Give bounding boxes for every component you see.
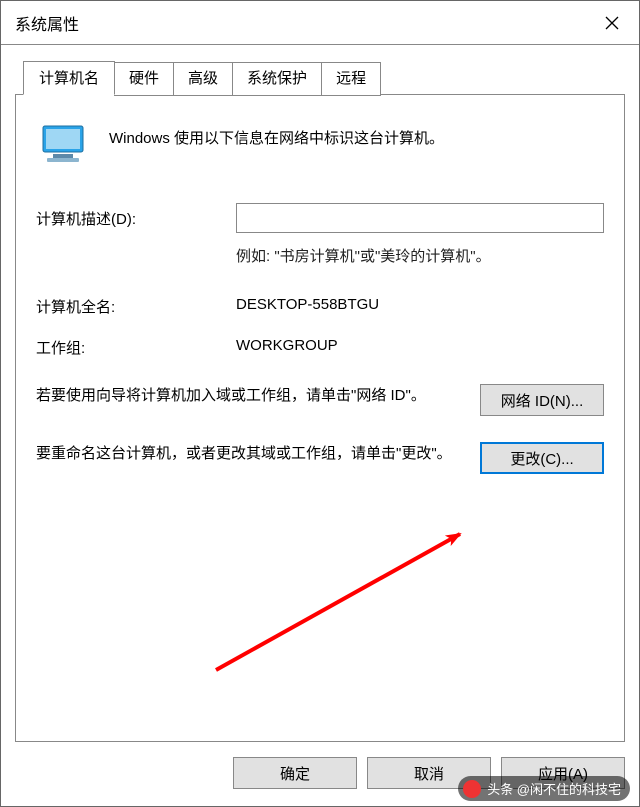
description-input[interactable] [236, 203, 604, 233]
network-id-button[interactable]: 网络 ID(N)... [480, 384, 604, 416]
change-text: 要重命名这台计算机，或者更改其域或工作组，请单击"更改"。 [36, 442, 462, 465]
change-row: 要重命名这台计算机，或者更改其域或工作组，请单击"更改"。 更改(C)... [36, 442, 604, 474]
tab-computer-name[interactable]: 计算机名 [23, 61, 115, 95]
fullname-row: 计算机全名: DESKTOP-558BTGU [36, 296, 604, 317]
tab-advanced[interactable]: 高级 [173, 62, 233, 96]
fullname-value: DESKTOP-558BTGU [236, 296, 604, 317]
tab-pane-computer-name: Windows 使用以下信息在网络中标识这台计算机。 计算机描述(D): 例如:… [15, 94, 625, 742]
workgroup-row: 工作组: WORKGROUP [36, 337, 604, 358]
change-button[interactable]: 更改(C)... [480, 442, 604, 474]
window-title: 系统属性 [15, 11, 585, 35]
close-icon [605, 16, 619, 30]
close-button[interactable] [585, 1, 639, 44]
description-label: 计算机描述(D): [36, 208, 236, 229]
tabstrip: 计算机名 硬件 高级 系统保护 远程 [23, 62, 380, 96]
intro-row: Windows 使用以下信息在网络中标识这台计算机。 [36, 121, 604, 169]
network-id-row: 若要使用向导将计算机加入域或工作组，请单击"网络 ID"。 网络 ID(N)..… [36, 384, 604, 416]
client-area: 计算机名 硬件 高级 系统保护 远程 Windows 使用以下信息在网络中标识这… [1, 45, 639, 806]
network-id-text: 若要使用向导将计算机加入域或工作组，请单击"网络 ID"。 [36, 384, 462, 407]
computer-icon [36, 121, 93, 169]
annotation-arrow [206, 520, 486, 680]
description-hint: 例如: "书房计算机"或"美玲的计算机"。 [236, 239, 604, 266]
watermark-text: 头条 @闲不住的科技宅 [487, 779, 621, 798]
fullname-label: 计算机全名: [36, 296, 236, 317]
watermark: 头条 @闲不住的科技宅 [458, 776, 630, 801]
tab-remote[interactable]: 远程 [321, 62, 381, 96]
ok-button[interactable]: 确定 [233, 757, 357, 789]
watermark-avatar-icon [463, 780, 481, 798]
workgroup-label: 工作组: [36, 337, 236, 358]
tab-hardware[interactable]: 硬件 [114, 62, 174, 96]
titlebar: 系统属性 [1, 1, 639, 45]
system-properties-window: 系统属性 计算机名 硬件 高级 系统保护 远程 [0, 0, 640, 807]
workgroup-value: WORKGROUP [236, 337, 604, 358]
tab-system-protection[interactable]: 系统保护 [232, 62, 322, 96]
description-row: 计算机描述(D): [36, 203, 604, 233]
intro-text: Windows 使用以下信息在网络中标识这台计算机。 [109, 121, 444, 148]
